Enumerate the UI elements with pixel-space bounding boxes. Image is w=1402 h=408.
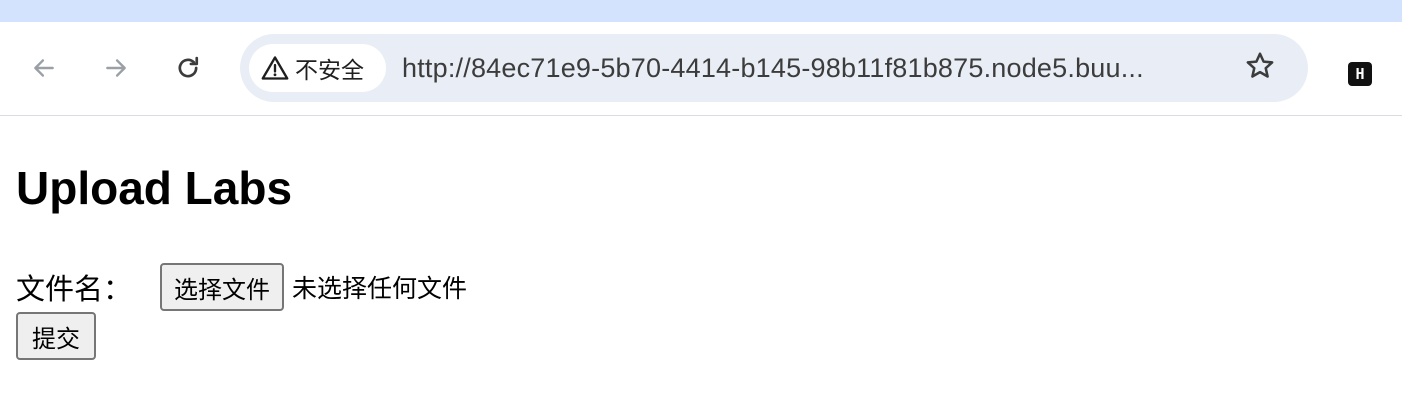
back-arrow-icon [31,55,57,81]
page-title: Upload Labs [16,162,293,214]
url-text[interactable]: http://84ec71e9-5b70-4414-b145-98b11f81b… [402,34,1228,102]
tab-strip [0,0,1402,22]
warning-triangle-icon [261,54,289,82]
bookmark-button[interactable] [1240,48,1280,88]
extension-h-icon: H [1348,62,1372,86]
star-icon [1244,50,1276,86]
file-status-text: 未选择任何文件 [292,274,468,303]
extension-button[interactable]: H [1342,56,1378,92]
forward-button[interactable] [94,46,138,90]
forward-arrow-icon [103,55,129,81]
choose-file-button[interactable]: 选择文件 [160,263,285,311]
reload-icon [174,54,202,82]
address-bar[interactable]: 不安全 http://84ec71e9-5b70-4414-b145-98b11… [240,34,1308,102]
submit-button[interactable]: 提交 [16,312,96,360]
page-content: Upload Labs 文件名： 选择文件 未选择任何文件 提交 [16,116,1386,408]
back-button[interactable] [22,46,66,90]
browser-toolbar: 不安全 http://84ec71e9-5b70-4414-b145-98b11… [0,22,1402,116]
security-chip[interactable]: 不安全 [249,44,386,92]
upload-form-row: 文件名： 选择文件 未选择任何文件 [16,262,467,312]
security-label: 不安全 [295,58,364,84]
file-field-label: 文件名： [16,272,133,306]
reload-button[interactable] [166,46,210,90]
